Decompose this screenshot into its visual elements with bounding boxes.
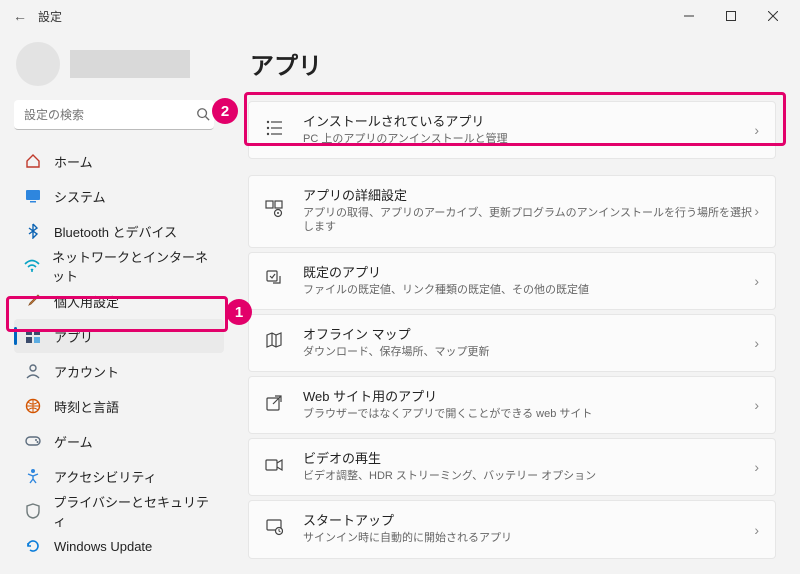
- sidebar-item-home[interactable]: ホーム: [14, 144, 224, 178]
- sidebar-item-label: 時刻と言語: [54, 397, 119, 416]
- profile[interactable]: [14, 42, 224, 86]
- gear-apps-icon: [265, 200, 287, 223]
- chevron-right-icon: ›: [754, 522, 759, 538]
- startup-icon: [265, 518, 287, 541]
- sidebar-item-label: ネットワークとインターネット: [52, 247, 214, 285]
- sidebar-item-apps[interactable]: アプリ: [14, 319, 224, 353]
- sidebar-item-system[interactable]: システム: [14, 179, 224, 213]
- shield-icon: [24, 502, 41, 520]
- sidebar-item-label: システム: [54, 187, 106, 206]
- card-subtitle: サインイン時に自動的に開始されるアプリ: [303, 531, 754, 545]
- sidebar-item-network[interactable]: ネットワークとインターネット: [14, 249, 224, 283]
- sidebar-item-label: Windows Update: [54, 539, 152, 554]
- sidebar-item-label: アプリ: [54, 327, 93, 346]
- card-advanced-settings[interactable]: アプリの詳細設定 アプリの取得、アプリのアーカイブ、更新プログラムのアンインスト…: [248, 175, 776, 247]
- chevron-right-icon: ›: [754, 122, 759, 138]
- update-icon: [24, 537, 42, 555]
- sidebar-item-personalization[interactable]: 個人用設定: [14, 284, 224, 318]
- card-subtitle: PC 上のアプリのアンインストールと管理: [303, 132, 754, 146]
- gamepad-icon: [24, 432, 42, 450]
- card-subtitle: ファイルの既定値、リンク種類の既定値、その他の既定値: [303, 283, 754, 297]
- apps-icon: [24, 327, 42, 345]
- sidebar-item-gaming[interactable]: ゲーム: [14, 424, 224, 458]
- content-pane: アプリ インストールされているアプリ PC 上のアプリのアンインストールと管理 …: [230, 32, 800, 574]
- sidebar-item-label: ホーム: [54, 152, 93, 171]
- sidebar-item-label: アカウント: [54, 362, 119, 381]
- maximize-button[interactable]: [710, 2, 752, 30]
- card-title: Web サイト用のアプリ: [303, 389, 754, 406]
- sidebar-item-privacy[interactable]: プライバシーとセキュリティ: [14, 494, 224, 528]
- sidebar-item-label: プライバシーとセキュリティ: [53, 492, 214, 530]
- accessibility-icon: [24, 467, 42, 485]
- card-title: 既定のアプリ: [303, 265, 754, 282]
- card-title: スタートアップ: [303, 513, 754, 530]
- card-subtitle: ビデオ調整、HDR ストリーミング、バッテリー オプション: [303, 469, 754, 483]
- sidebar: ホーム システム Bluetooth とデバイス ネットワークとインターネット …: [0, 32, 230, 574]
- sidebar-item-label: ゲーム: [54, 432, 93, 451]
- search-icon: [196, 107, 210, 124]
- card-websites-apps[interactable]: Web サイト用のアプリ ブラウザーではなくアプリで開くことができる web サ…: [248, 376, 776, 434]
- card-subtitle: アプリの取得、アプリのアーカイブ、更新プログラムのアンインストールを行う場所を選…: [303, 206, 754, 235]
- chevron-right-icon: ›: [754, 459, 759, 475]
- system-icon: [24, 187, 42, 205]
- window-title: 設定: [38, 8, 62, 25]
- chevron-right-icon: ›: [754, 203, 759, 219]
- chevron-right-icon: ›: [754, 397, 759, 413]
- avatar: [16, 42, 60, 86]
- card-title: インストールされているアプリ: [303, 114, 754, 131]
- card-offline-maps[interactable]: オフライン マップ ダウンロード、保存場所、マップ更新 ›: [248, 314, 776, 372]
- list-icon: [265, 119, 287, 142]
- titlebar: ← 設定: [0, 0, 800, 32]
- back-button[interactable]: ←: [6, 8, 34, 24]
- card-default-apps[interactable]: 既定のアプリ ファイルの既定値、リンク種類の既定値、その他の既定値 ›: [248, 252, 776, 310]
- bluetooth-icon: [24, 222, 42, 240]
- close-button[interactable]: [752, 2, 794, 30]
- search-input[interactable]: [14, 100, 214, 130]
- chevron-right-icon: ›: [754, 335, 759, 351]
- card-title: アプリの詳細設定: [303, 188, 754, 205]
- video-icon: [265, 457, 287, 478]
- default-apps-icon: [265, 269, 287, 292]
- card-subtitle: ブラウザーではなくアプリで開くことができる web サイト: [303, 407, 754, 421]
- card-title: オフライン マップ: [303, 327, 754, 344]
- sidebar-item-bluetooth[interactable]: Bluetooth とデバイス: [14, 214, 224, 248]
- brush-icon: [24, 292, 42, 310]
- person-icon: [24, 362, 42, 380]
- sidebar-item-accessibility[interactable]: アクセシビリティ: [14, 459, 224, 493]
- card-startup[interactable]: スタートアップ サインイン時に自動的に開始されるアプリ ›: [248, 500, 776, 558]
- sidebar-item-label: Bluetooth とデバイス: [54, 222, 177, 241]
- annotation-badge-1: 1: [226, 299, 252, 325]
- chevron-right-icon: ›: [754, 273, 759, 289]
- annotation-badge-2: 2: [212, 98, 238, 124]
- username-placeholder: [70, 50, 190, 78]
- wifi-icon: [24, 257, 40, 275]
- sidebar-item-time-language[interactable]: 時刻と言語: [14, 389, 224, 423]
- map-icon: [265, 331, 287, 354]
- sidebar-item-label: 個人用設定: [54, 292, 119, 311]
- sidebar-item-label: アクセシビリティ: [54, 467, 157, 486]
- card-installed-apps[interactable]: インストールされているアプリ PC 上のアプリのアンインストールと管理 ›: [248, 101, 776, 159]
- home-icon: [24, 152, 42, 170]
- globe-icon: [24, 397, 42, 415]
- card-title: ビデオの再生: [303, 451, 754, 468]
- minimize-button[interactable]: [668, 2, 710, 30]
- card-video-playback[interactable]: ビデオの再生 ビデオ調整、HDR ストリーミング、バッテリー オプション ›: [248, 438, 776, 496]
- card-subtitle: ダウンロード、保存場所、マップ更新: [303, 345, 754, 359]
- sidebar-item-accounts[interactable]: アカウント: [14, 354, 224, 388]
- sidebar-item-windows-update[interactable]: Windows Update: [14, 529, 224, 563]
- page-title: アプリ: [250, 46, 776, 81]
- external-link-icon: [265, 394, 287, 417]
